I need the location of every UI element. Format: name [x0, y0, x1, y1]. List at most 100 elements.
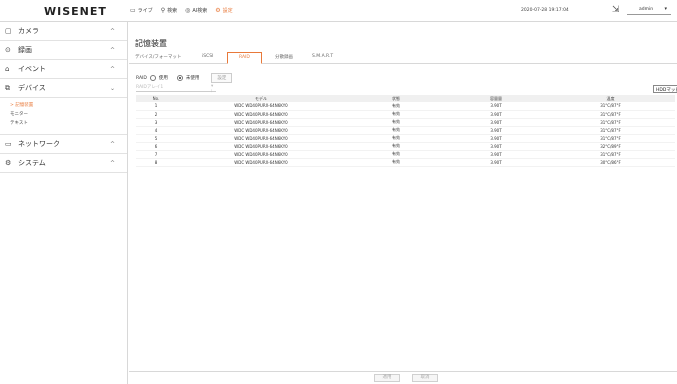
nav-settings[interactable]: ⚙ 設定: [215, 7, 232, 14]
raid-array-placeholder: RAIDアレイ1: [136, 85, 164, 90]
cell-model: WDC WD40PURX-64N6KY0: [176, 118, 346, 127]
sidebar-item-network[interactable]: ▭ ネットワーク ^: [0, 135, 127, 154]
cell-no: 2: [136, 110, 176, 119]
tab-device-format[interactable]: デバイス/フォーマット: [135, 54, 181, 60]
cell-no: 7: [136, 150, 176, 159]
raid-on-radio[interactable]: [149, 75, 156, 81]
chevron-up-icon: ^: [110, 159, 116, 167]
sidebar-item-record[interactable]: ⊙ 録画 ^: [0, 41, 127, 60]
record-icon: ⊙: [5, 46, 11, 54]
raid-off-label: 未使用: [185, 76, 200, 81]
main-panel: 記憶装置 デバイス/フォーマット iSCSI RAID 分散録画 S.M.A.R…: [129, 22, 677, 384]
table-row[interactable]: 2 WDC WD40PURX-64N6KY0 有効 3.90T 31°C/87°…: [136, 110, 675, 119]
raid-off-radio[interactable]: [176, 75, 183, 81]
cell-model: WDC WD40PURX-64N6KY0: [176, 134, 346, 143]
hdd-mapping-button[interactable]: HDDマッピング: [653, 85, 677, 93]
tab-iscsi[interactable]: iSCSI: [202, 54, 213, 59]
event-icon: ⌂: [5, 65, 10, 73]
bottom-action-bar: 適用 取消: [129, 371, 677, 384]
raid-label: RAID: [136, 75, 147, 81]
raid-mode-row: RAID 使用 未使用 設定: [136, 73, 233, 83]
table-row[interactable]: 4 WDC WD40PURX-64N6KY0 有効 3.90T 31°C/87°…: [136, 126, 675, 135]
raid-on-label: 使用: [158, 76, 168, 81]
sidebar-item-label: カメラ: [18, 27, 39, 35]
apply-button[interactable]: 適用: [374, 374, 400, 382]
settings-icon: ⚙: [215, 6, 221, 14]
table-row[interactable]: 3 WDC WD40PURX-64N6KY0 有効 3.90T 31°C/87°…: [136, 118, 675, 127]
nav-settings-label: 設定: [222, 8, 233, 14]
monitor-icon: ▭: [130, 6, 136, 14]
cell-model: WDC WD40PURX-64N6KY0: [176, 110, 346, 119]
cancel-button[interactable]: 取消: [412, 374, 438, 382]
col-status: 状態: [346, 95, 446, 102]
cell-temp: 31°C/87°F: [546, 110, 675, 119]
cell-model: WDC WD40PURX-64N6KY0: [176, 126, 346, 135]
col-capacity: 容量量: [446, 95, 546, 102]
sidebar-item-label: システム: [18, 159, 46, 167]
cell-temp: 31°C/87°F: [546, 126, 675, 135]
chevron-down-icon: ▾ ⁝: [211, 84, 214, 94]
sidebar-item-event[interactable]: ⌂ イベント ^: [0, 60, 127, 79]
cell-capacity: 3.90T: [446, 102, 546, 111]
cell-temp: 31°C/87°F: [546, 102, 675, 111]
cell-temp: 31°C/87°F: [546, 134, 675, 143]
sidebar-item-label: 録画: [18, 46, 32, 54]
tab-bar: デバイス/フォーマット iSCSI RAID 分散録画 S.M.A.R.T: [129, 52, 677, 64]
chevron-up-icon: ^: [110, 65, 116, 73]
cell-status: 有効: [346, 142, 446, 151]
cell-status: 有効: [346, 158, 446, 167]
tab-distributed-recording[interactable]: 分散録画: [275, 54, 293, 60]
tab-smart[interactable]: S.M.A.R.T: [312, 54, 333, 59]
table-row[interactable]: 1 WDC WD40PURX-64N6KY0 有効 3.90T 31°C/87°…: [136, 102, 675, 111]
table-row[interactable]: 7 WDC WD40PURX-64N6KY0 有効 3.90T 31°C/87°…: [136, 150, 675, 159]
table-row[interactable]: 6 WDC WD40PURX-64N6KY0 有効 3.90T 32°C/89°…: [136, 142, 675, 151]
sidebar-item-system[interactable]: ⚙ システム ^: [0, 154, 127, 173]
raid-array-select[interactable]: RAIDアレイ1 ▾ ⁝: [136, 84, 216, 94]
cell-capacity: 3.90T: [446, 126, 546, 135]
cell-capacity: 3.90T: [446, 110, 546, 119]
nav-search[interactable]: ⚲ 検索: [161, 7, 177, 14]
sidebar-item-label: デバイス: [18, 84, 46, 92]
chevron-down-icon: ▾: [664, 6, 667, 12]
cell-status: 有効: [346, 126, 446, 135]
cell-temp: 30°C/86°F: [546, 158, 675, 167]
sidebar-item-label: ネットワーク: [18, 140, 60, 148]
cell-temp: 32°C/89°F: [546, 142, 675, 151]
user-dropdown[interactable]: admin ▾: [627, 6, 671, 15]
camera-icon: ▢: [5, 27, 12, 35]
page-title: 記憶装置: [135, 39, 167, 48]
sidebar-item-label: イベント: [18, 65, 46, 73]
device-icon: ⧉: [5, 83, 10, 92]
top-nav: ▭ ライブ ⚲ 検索 ◎ AI検索 ⚙ 設定: [130, 7, 233, 14]
tab-raid[interactable]: RAID: [227, 52, 262, 64]
nav-ai-search[interactable]: ◎ AI検索: [185, 7, 207, 14]
sub-item-monitor[interactable]: モニター: [10, 110, 127, 119]
table-row[interactable]: 8 WDC WD40PURX-64N6KY0 有効 3.90T 30°C/86°…: [136, 158, 675, 167]
sub-item-storage[interactable]: > 記憶装置: [10, 101, 127, 110]
chevron-up-icon: ^: [110, 27, 116, 35]
cell-no: 4: [136, 126, 176, 135]
network-icon: ▭: [5, 140, 12, 148]
nav-live[interactable]: ▭ ライブ: [130, 7, 153, 14]
table-header-row: No. モデル 状態 容量量 温度: [136, 95, 675, 102]
cell-no: 8: [136, 158, 176, 167]
sidebar-item-device[interactable]: ⧉ デバイス ⌄: [0, 79, 127, 98]
top-bar: WISENET ▭ ライブ ⚲ 検索 ◎ AI検索 ⚙ 設定 2020-07-2…: [0, 0, 677, 22]
raid-setup-button[interactable]: 設定: [211, 73, 233, 83]
cell-status: 有効: [346, 110, 446, 119]
chevron-down-icon: ⌄: [110, 84, 116, 92]
chevron-up-icon: ^: [110, 46, 116, 54]
table-row[interactable]: 5 WDC WD40PURX-64N6KY0 有効 3.90T 31°C/87°…: [136, 134, 675, 143]
wisenet-logo: WISENET: [44, 5, 107, 18]
sidebar: ▢ カメラ ^ ⊙ 録画 ^ ⌂ イベント ^ ⧉ デバイス ⌄ > 記憶装置 …: [0, 22, 128, 384]
cell-capacity: 3.90T: [446, 158, 546, 167]
chevron-up-icon: ^: [110, 140, 116, 148]
cell-model: WDC WD40PURX-64N6KY0: [176, 158, 346, 167]
sub-item-text[interactable]: テキスト: [10, 119, 127, 128]
system-icon: ⚙: [5, 159, 12, 167]
sidebar-item-camera[interactable]: ▢ カメラ ^: [0, 22, 127, 41]
cell-capacity: 3.90T: [446, 142, 546, 151]
logout-icon[interactable]: ⇲: [612, 5, 620, 15]
col-model: モデル: [176, 95, 346, 102]
cell-capacity: 3.90T: [446, 118, 546, 127]
